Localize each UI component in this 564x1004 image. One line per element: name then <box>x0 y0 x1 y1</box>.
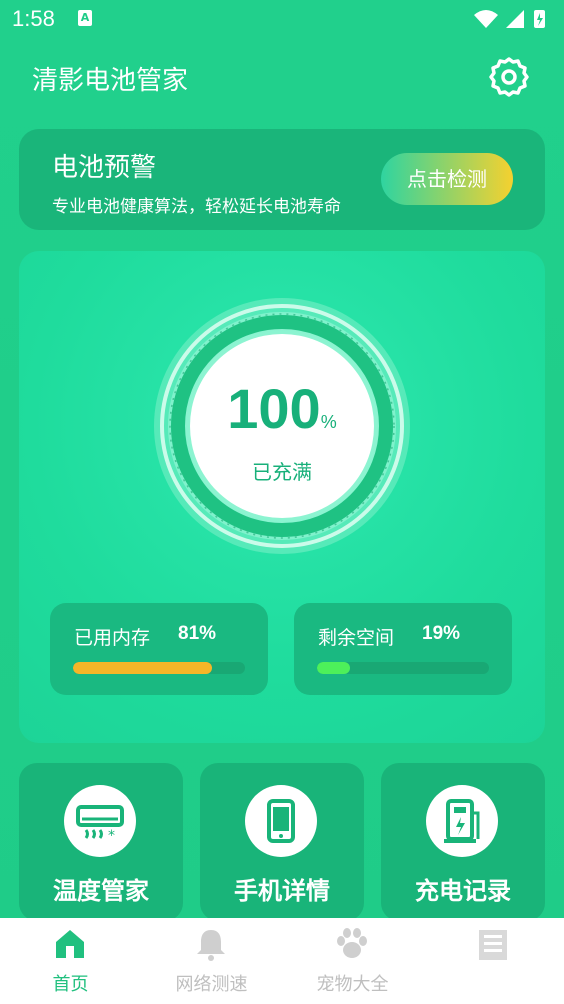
memory-progress-fill <box>73 662 213 674</box>
tab-pets[interactable]: 宠物大全 <box>282 918 423 1004</box>
bell-icon <box>197 930 225 961</box>
tile-phone-details-label: 手机详情 <box>234 877 330 905</box>
app-title: 清影电池管家 <box>32 66 189 96</box>
phone-icon <box>245 785 317 857</box>
storage-remaining-card[interactable]: 剩余空间 19% <box>294 603 512 695</box>
memory-progress-bar <box>73 662 245 674</box>
wifi-icon <box>474 10 498 28</box>
bottom-tab-bar: 首页 网络测速 宠物大全 <box>0 918 564 1004</box>
tab-home-label: 首页 <box>52 974 89 995</box>
tile-charge-records[interactable]: 充电记录 <box>381 763 545 921</box>
tab-home[interactable]: 首页 <box>0 918 141 1004</box>
tile-charge-records-label: 充电记录 <box>415 877 511 905</box>
battery-percent-unit: % <box>320 412 337 432</box>
svg-text:*: * <box>108 828 115 844</box>
signal-icon <box>506 10 524 28</box>
book-icon <box>479 930 507 960</box>
notification-icon: A <box>78 10 92 26</box>
storage-progress-fill <box>317 662 350 674</box>
tile-temperature-label: 温度管家 <box>53 877 149 905</box>
storage-value: 19% <box>422 623 461 644</box>
tab-pets-label: 宠物大全 <box>316 974 389 995</box>
alert-subtitle: 专业电池健康算法，轻松延长电池寿命 <box>52 197 341 217</box>
tab-network-speed-label: 网络测速 <box>175 974 248 995</box>
battery-alert-card: 电池预警 专业电池健康算法，轻松延长电池寿命 点击检测 <box>19 129 545 230</box>
home-icon <box>56 930 84 958</box>
tab-network-speed[interactable]: 网络测速 <box>141 918 282 1004</box>
charger-icon <box>426 785 498 857</box>
paw-icon <box>337 928 367 958</box>
storage-label: 剩余空间 <box>318 627 395 649</box>
air-conditioner-icon: * <box>64 785 136 857</box>
check-button[interactable]: 点击检测 <box>381 153 513 205</box>
storage-progress-bar <box>317 662 489 674</box>
status-bar: 1:58 A <box>0 0 564 38</box>
tile-temperature[interactable]: * 温度管家 <box>19 763 183 921</box>
battery-status-label: 已充满 <box>252 460 312 484</box>
alert-title: 电池预警 <box>52 153 157 183</box>
status-time: 1:58 <box>12 6 55 31</box>
battery-percent: 100% <box>152 376 412 441</box>
status-icons <box>474 10 545 28</box>
settings-gear-icon[interactable] <box>488 56 530 98</box>
memory-label: 已用内存 <box>74 627 151 649</box>
battery-status-card: 100% 已充满 已用内存 81% 剩余空间 19% <box>19 251 545 743</box>
memory-usage-card[interactable]: 已用内存 81% <box>50 603 268 695</box>
tile-phone-details[interactable]: 手机详情 <box>200 763 364 921</box>
memory-value: 81% <box>178 623 217 644</box>
battery-percent-number: 100 <box>227 377 321 440</box>
tab-more[interactable] <box>423 918 564 1004</box>
